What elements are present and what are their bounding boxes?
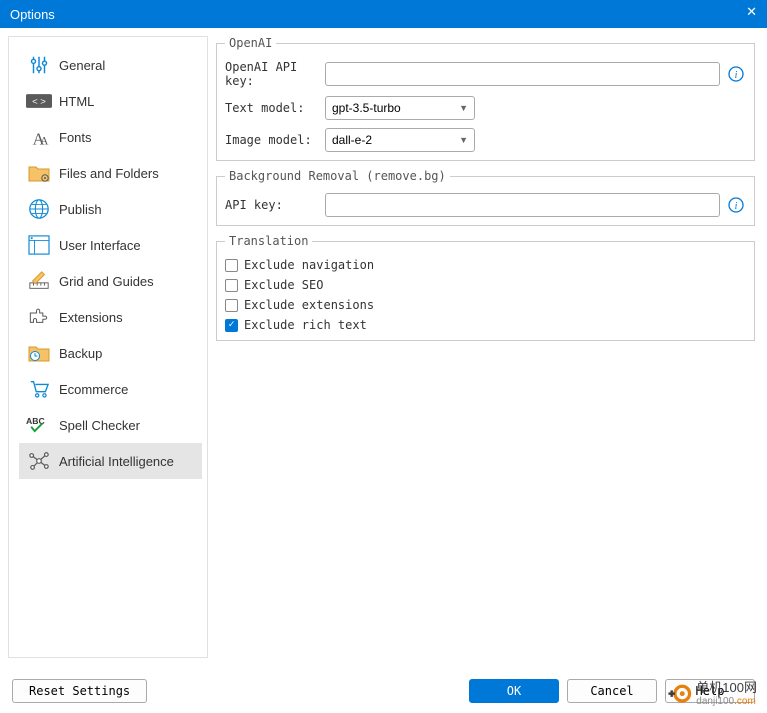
help-button[interactable]: Help bbox=[665, 679, 755, 703]
sidebar-item-label: HTML bbox=[59, 94, 94, 109]
sidebar-item-label: Files and Folders bbox=[59, 166, 159, 181]
cart-icon bbox=[25, 377, 53, 401]
openai-api-key-label: OpenAI API key: bbox=[225, 60, 325, 88]
svg-text:i: i bbox=[735, 201, 738, 212]
network-icon bbox=[25, 449, 53, 473]
close-icon[interactable]: ✕ bbox=[746, 4, 757, 20]
image-model-label: Image model: bbox=[225, 133, 325, 147]
sidebar-item-fonts[interactable]: AA Fonts bbox=[19, 119, 202, 155]
image-model-select[interactable]: dall-e-2 ▼ bbox=[325, 128, 475, 152]
code-icon: < > bbox=[25, 89, 53, 113]
footer: Reset Settings OK Cancel Help bbox=[0, 679, 767, 703]
bg-api-key-input[interactable] bbox=[325, 193, 720, 217]
abc-check-icon: ABC bbox=[25, 413, 53, 437]
svg-text:ABC: ABC bbox=[26, 416, 46, 426]
translation-legend: Translation bbox=[225, 234, 312, 248]
sidebar-item-label: Artificial Intelligence bbox=[59, 454, 174, 469]
text-model-value: gpt-3.5-turbo bbox=[332, 101, 401, 115]
exclude-seo-checkbox[interactable] bbox=[225, 279, 238, 292]
titlebar: Options ✕ bbox=[0, 0, 767, 28]
reset-button[interactable]: Reset Settings bbox=[12, 679, 147, 703]
svg-text:i: i bbox=[735, 70, 738, 81]
sidebar-item-grid[interactable]: Grid and Guides bbox=[19, 263, 202, 299]
ruler-pencil-icon bbox=[25, 269, 53, 293]
main-panel: OpenAI OpenAI API key: i Text model: gpt… bbox=[208, 28, 767, 666]
sidebar: General < > HTML AA Fonts Files and Fold… bbox=[8, 36, 208, 658]
translation-group: Translation Exclude navigation Exclude S… bbox=[216, 234, 755, 341]
exclude-nav-label: Exclude navigation bbox=[244, 258, 374, 272]
sidebar-item-html[interactable]: < > HTML bbox=[19, 83, 202, 119]
globe-icon bbox=[25, 197, 53, 221]
puzzle-icon bbox=[25, 305, 53, 329]
sidebar-item-files[interactable]: Files and Folders bbox=[19, 155, 202, 191]
openai-api-key-input[interactable] bbox=[325, 62, 720, 86]
chevron-down-icon: ▼ bbox=[459, 135, 468, 145]
sidebar-item-spellcheck[interactable]: ABC Spell Checker bbox=[19, 407, 202, 443]
sidebar-item-backup[interactable]: Backup bbox=[19, 335, 202, 371]
sidebar-item-label: Backup bbox=[59, 346, 102, 361]
sidebar-item-label: Ecommerce bbox=[59, 382, 128, 397]
svg-text:< >: < > bbox=[32, 96, 46, 107]
sidebar-item-label: Spell Checker bbox=[59, 418, 140, 433]
sidebar-item-label: Extensions bbox=[59, 310, 123, 325]
folder-gear-icon bbox=[25, 161, 53, 185]
exclude-rich-label: Exclude rich text bbox=[244, 318, 367, 332]
openai-legend: OpenAI bbox=[225, 36, 276, 50]
sidebar-item-label: Publish bbox=[59, 202, 102, 217]
sidebar-item-extensions[interactable]: Extensions bbox=[19, 299, 202, 335]
svg-text:A: A bbox=[40, 133, 49, 147]
sliders-icon bbox=[25, 53, 53, 77]
ok-button[interactable]: OK bbox=[469, 679, 559, 703]
sidebar-item-general[interactable]: General bbox=[19, 47, 202, 83]
text-model-select[interactable]: gpt-3.5-turbo ▼ bbox=[325, 96, 475, 120]
sidebar-item-ui[interactable]: User Interface bbox=[19, 227, 202, 263]
bg-removal-group: Background Removal (remove.bg) API key: … bbox=[216, 169, 755, 226]
info-icon[interactable]: i bbox=[726, 195, 746, 215]
window-icon bbox=[25, 233, 53, 257]
sidebar-item-label: User Interface bbox=[59, 238, 141, 253]
exclude-nav-checkbox[interactable] bbox=[225, 259, 238, 272]
cancel-button[interactable]: Cancel bbox=[567, 679, 657, 703]
sidebar-item-ecommerce[interactable]: Ecommerce bbox=[19, 371, 202, 407]
sidebar-item-publish[interactable]: Publish bbox=[19, 191, 202, 227]
sidebar-item-ai[interactable]: Artificial Intelligence bbox=[19, 443, 202, 479]
exclude-ext-checkbox[interactable] bbox=[225, 299, 238, 312]
chevron-down-icon: ▼ bbox=[459, 103, 468, 113]
bg-api-key-label: API key: bbox=[225, 198, 325, 212]
exclude-rich-checkbox[interactable] bbox=[225, 319, 238, 332]
bg-legend: Background Removal (remove.bg) bbox=[225, 169, 450, 183]
sidebar-item-label: Fonts bbox=[59, 130, 92, 145]
image-model-value: dall-e-2 bbox=[332, 133, 372, 147]
info-icon[interactable]: i bbox=[726, 64, 746, 84]
text-model-label: Text model: bbox=[225, 101, 325, 115]
openai-group: OpenAI OpenAI API key: i Text model: gpt… bbox=[216, 36, 755, 161]
exclude-seo-label: Exclude SEO bbox=[244, 278, 323, 292]
sidebar-item-label: Grid and Guides bbox=[59, 274, 154, 289]
window-title: Options bbox=[10, 7, 55, 22]
fonts-icon: AA bbox=[25, 125, 53, 149]
sidebar-item-label: General bbox=[59, 58, 105, 73]
exclude-ext-label: Exclude extensions bbox=[244, 298, 374, 312]
folder-clock-icon bbox=[25, 341, 53, 365]
